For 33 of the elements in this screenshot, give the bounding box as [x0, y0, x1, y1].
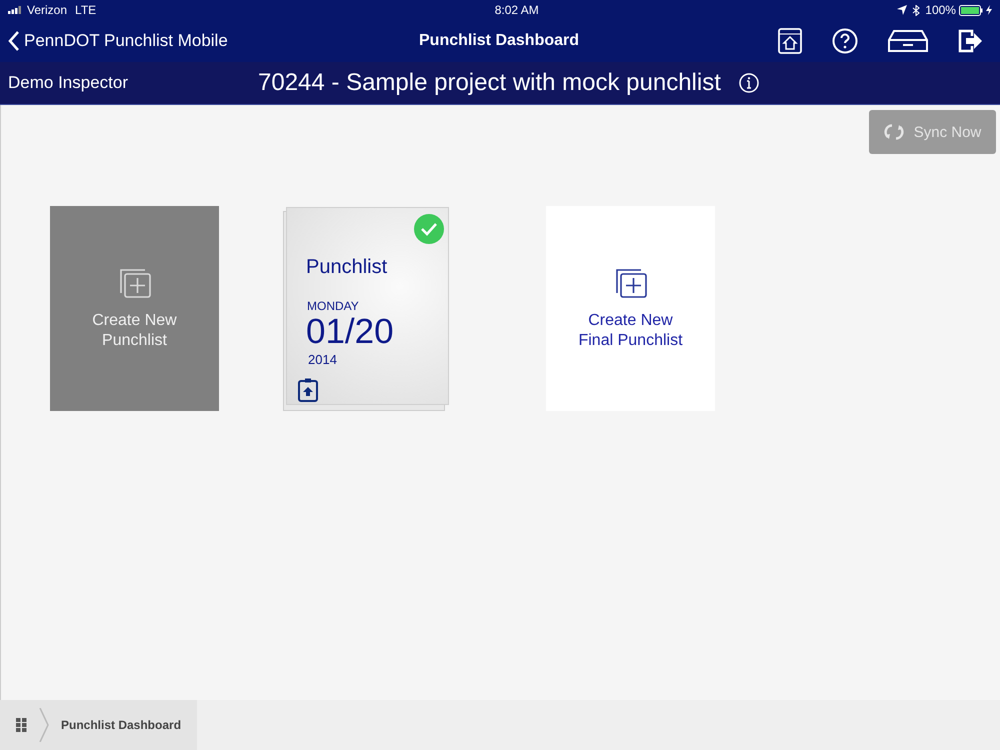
breadcrumb-separator-icon [39, 708, 49, 742]
logout-icon [958, 29, 982, 53]
help-icon [832, 28, 858, 54]
inspector-name: Demo Inspector [8, 73, 129, 93]
info-icon [738, 73, 759, 93]
grid-menu-icon[interactable] [16, 718, 27, 732]
chevron-left-icon [8, 31, 20, 51]
carrier-label: Verizon [27, 3, 68, 17]
help-button[interactable] [832, 28, 858, 54]
signal-icon [8, 6, 22, 14]
battery-icon [958, 4, 983, 16]
tray-icon [888, 30, 928, 52]
charging-icon [986, 5, 992, 15]
project-title: 70244 - Sample project with mock punchlist [258, 69, 721, 97]
inbox-tray-button[interactable] [888, 30, 928, 52]
sync-icon [884, 123, 904, 141]
back-button[interactable]: PennDOT Punchlist Mobile [8, 31, 228, 51]
location-icon [897, 5, 908, 15]
page-title: Punchlist Dashboard [419, 32, 580, 50]
punchlist-card[interactable]: Punchlist MONDAY 01/20 2014 [286, 207, 449, 405]
network-label: LTE [75, 3, 96, 17]
logout-button[interactable] [958, 29, 982, 53]
info-button[interactable] [738, 73, 759, 93]
add-copy-icon [614, 266, 648, 298]
add-copy-icon [118, 266, 152, 298]
clipboard-upload-icon [298, 378, 318, 402]
clock-label: 8:02 AM [494, 3, 539, 17]
home-icon [778, 28, 802, 54]
breadcrumb-item[interactable]: Punchlist Dashboard [61, 718, 182, 732]
bluetooth-icon [912, 4, 920, 16]
create-final-punchlist-tile[interactable]: Create New Final Punchlist [546, 206, 715, 411]
home-button[interactable] [778, 28, 802, 54]
battery-percent: 100% [925, 3, 956, 17]
